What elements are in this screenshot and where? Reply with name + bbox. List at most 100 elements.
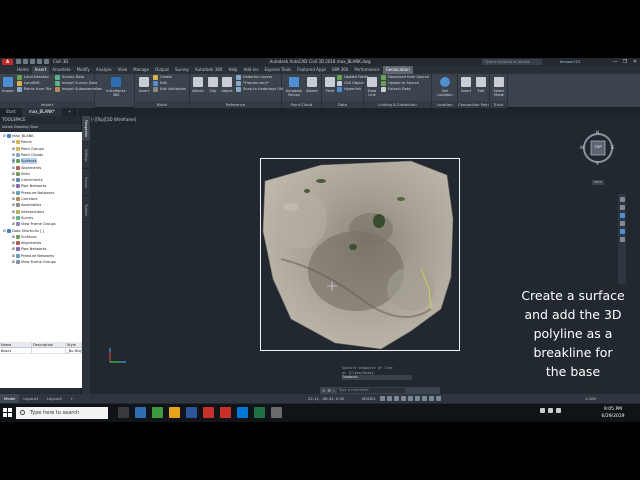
download-source-button[interactable]: Download from Source <box>381 75 429 80</box>
tab-bim-360[interactable]: BIM 360 <box>329 66 351 74</box>
tree-item[interactable]: ⊞ Alignments <box>12 240 41 246</box>
expand-toggle-icon[interactable]: ⊞ <box>12 221 15 227</box>
network-icon[interactable] <box>540 408 545 413</box>
new-tab-button[interactable]: + <box>62 108 79 116</box>
steering-wheel-icon[interactable] <box>619 197 625 202</box>
edit-attributes-button[interactable]: Edit Attributes <box>153 87 186 92</box>
extract-data-button[interactable]: Extract Data <box>381 87 411 92</box>
zoom-extents-icon[interactable] <box>619 213 625 218</box>
infraworks-button[interactable]: InfraWorks 360 <box>105 76 127 100</box>
tab-modify[interactable]: Modify <box>74 66 93 74</box>
user-name[interactable]: bmaoer123 <box>560 59 590 65</box>
expand-toggle-icon[interactable]: ⊞ <box>12 152 15 158</box>
create-block-button[interactable]: Create <box>153 75 172 80</box>
layout2-tab[interactable]: Layout2 <box>43 394 66 403</box>
recap-button[interactable]: Autodesk ReCap <box>284 76 304 100</box>
lineweight-icon[interactable] <box>415 396 420 401</box>
grid-icon[interactable] <box>380 396 385 401</box>
frames-dropdown[interactable]: *Frames vary* <box>236 81 269 86</box>
toolspace-view-dropdown[interactable]: Active Drawing View <box>0 124 81 130</box>
grid-header-style[interactable]: Style <box>66 342 82 347</box>
toolspace-tab-survey[interactable]: Survey <box>82 170 90 196</box>
tab-insert[interactable]: Insert <box>31 66 50 74</box>
tab-help[interactable]: Help <box>225 66 240 74</box>
expand-toggle-icon[interactable]: ⊞ <box>12 209 15 215</box>
tree-item[interactable]: ⊟ max_BLANK <box>3 133 34 139</box>
model-space-toggle[interactable]: MODEL <box>362 394 376 403</box>
import-button[interactable]: Import <box>0 76 16 100</box>
tree-item[interactable]: ⊞ Pressure Networks <box>12 253 54 259</box>
windows-start-icon[interactable] <box>3 408 13 418</box>
taskbar-app-icon[interactable] <box>118 407 129 418</box>
ortho-icon[interactable] <box>394 396 399 401</box>
attach-button[interactable]: Attach <box>190 76 206 100</box>
tree-item[interactable]: ⊞ Pipe Networks <box>12 246 47 252</box>
tree-item[interactable]: ⊞ Surfaces <box>12 158 37 165</box>
wcs-menu[interactable]: WCS <box>592 180 604 185</box>
viewport-controls[interactable]: [-][Top][2D Wireframe] <box>91 117 136 123</box>
search-input[interactable]: Type a keyword or phrase <box>482 59 542 65</box>
annotation-icon[interactable] <box>429 396 434 401</box>
close-button[interactable]: ✕ <box>632 59 638 65</box>
command-input[interactable]: Type a command <box>336 388 405 393</box>
expand-toggle-icon[interactable]: ⊞ <box>12 165 15 171</box>
expand-toggle-icon[interactable]: ⊞ <box>12 202 15 208</box>
snap-underlays-button[interactable]: Snap to Underlays ON <box>236 87 283 92</box>
taskbar-app-icon[interactable] <box>203 407 214 418</box>
pan-icon[interactable] <box>619 205 625 210</box>
truck-panel-title[interactable]: Truck <box>490 101 507 108</box>
grid-header-name[interactable]: Name <box>0 342 32 347</box>
expand-toggle-icon[interactable]: ⊞ <box>12 171 15 177</box>
tab-home[interactable]: Home <box>14 66 32 74</box>
expand-toggle-icon[interactable]: ⊞ <box>12 177 15 183</box>
tree-item[interactable]: ⊟ Data Shortcuts [ ] <box>3 228 44 234</box>
tab-annotate[interactable]: Annotate <box>49 66 73 74</box>
expand-toggle-icon[interactable]: ⊞ <box>12 215 15 221</box>
layout1-tab[interactable]: Layout1 <box>19 394 42 403</box>
insert-block-button[interactable]: Insert <box>136 76 152 100</box>
viewcube-top-face[interactable]: TOP <box>591 145 605 149</box>
wrench-icon[interactable]: ⚙ <box>327 388 331 393</box>
tab-survey[interactable]: Survey <box>172 66 192 74</box>
annotation-scale[interactable]: 1:100 <box>585 394 596 403</box>
taskbar-app-icon[interactable] <box>152 407 163 418</box>
expand-toggle-icon[interactable]: ⊞ <box>12 190 15 196</box>
selection-cycling-icon[interactable] <box>422 396 427 401</box>
field-button[interactable]: Field <box>322 76 338 100</box>
landxml-button[interactable]: LandXML <box>17 81 40 86</box>
taskbar-app-icon[interactable] <box>254 407 265 418</box>
recent-commands-icon[interactable]: › <box>333 388 335 393</box>
expand-toggle-icon[interactable]: ⊞ <box>12 259 15 265</box>
toolspace-tab-settings[interactable]: Settings <box>82 143 90 169</box>
drone-orthoimage-frame[interactable] <box>260 158 460 351</box>
tree-item[interactable]: ⊞ Intersections <box>12 209 44 215</box>
upload-source-button[interactable]: Upload to Source <box>381 81 419 86</box>
expand-toggle-icon[interactable]: ⊞ <box>12 253 15 259</box>
compass-east[interactable]: E <box>612 145 615 150</box>
tree-item[interactable]: ⊞ Surfaces <box>12 234 37 240</box>
connection-panel-title[interactable]: Connection Point <box>458 101 489 108</box>
expand-toggle-icon[interactable]: ⊞ <box>12 246 15 252</box>
tree-item[interactable]: ⊞ Alignments <box>12 165 41 171</box>
survey-data-button[interactable]: Survey Data <box>55 75 84 80</box>
tree-item[interactable]: ⊞ Point Groups <box>12 146 44 152</box>
compass-west[interactable]: W <box>580 145 584 150</box>
pointcloud-panel-title[interactable]: Point Cloud <box>282 101 321 108</box>
tree-item[interactable]: ⊞ Point Clouds <box>12 152 43 158</box>
grid-header-description[interactable]: Description <box>32 342 66 347</box>
connection-edit-button[interactable]: Edit <box>473 76 489 100</box>
tree-item[interactable]: ⊞ Pressure Networks <box>12 190 54 196</box>
tree-item[interactable]: ⊞ Catchments <box>12 177 43 183</box>
taskbar-app-icon[interactable] <box>237 407 248 418</box>
data-panel-title[interactable]: Data <box>322 101 363 108</box>
polar-icon[interactable] <box>401 396 406 401</box>
osnap-icon[interactable] <box>408 396 413 401</box>
toolspace-tab-prospector[interactable]: Prospector <box>82 116 90 142</box>
tab-analyze[interactable]: Analyze <box>93 66 115 74</box>
maximize-button[interactable]: ❐ <box>622 59 628 65</box>
taskbar-app-icon[interactable] <box>169 407 180 418</box>
workspace-gear-icon[interactable] <box>436 396 441 401</box>
tab-add-ins[interactable]: Add-ins <box>241 66 262 74</box>
tree-item[interactable]: ⊞ View Frame Groups <box>12 259 56 265</box>
import-panel-title[interactable]: Import <box>0 101 94 108</box>
